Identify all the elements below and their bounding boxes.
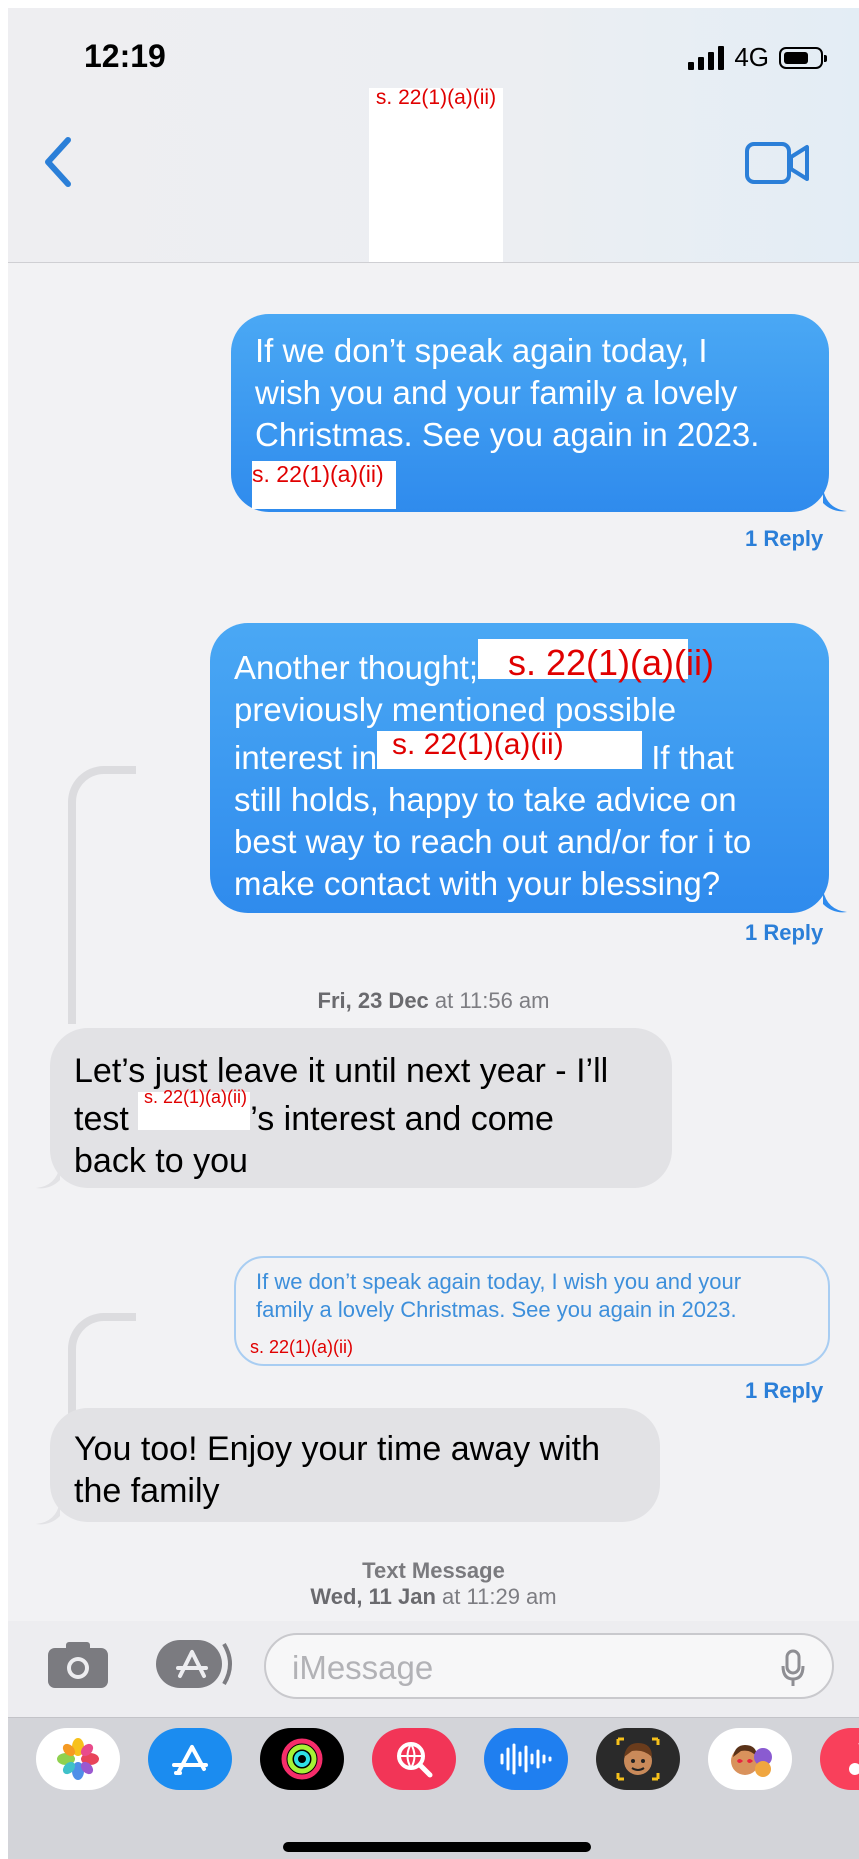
reply-count-link[interactable]: 1 Reply [745, 920, 823, 946]
search-images-app-icon[interactable] [372, 1728, 456, 1790]
thread-connector-line [68, 766, 136, 1024]
home-indicator[interactable] [283, 1842, 591, 1852]
camera-icon[interactable] [46, 1638, 110, 1690]
conversation-header: 12:19 4G s. 22(1)(a)(ii) [8, 8, 859, 263]
message-line: best way to reach out and/or for i to [234, 823, 752, 860]
bubble-tail [36, 1502, 60, 1525]
redaction-label: s. 22(1)(a)(ii) [252, 461, 384, 487]
photos-app-icon[interactable] [36, 1728, 120, 1790]
bubble-tail [823, 489, 847, 512]
memoji-app-icon[interactable] [596, 1728, 680, 1790]
message-line: If we don’t speak again today, I [255, 332, 708, 369]
service-label: Text Message [362, 1558, 505, 1583]
status-indicators: 4G [688, 42, 827, 73]
message-line: If we don’t speak again today, I wish yo… [256, 1269, 742, 1294]
signal-icon [688, 45, 725, 70]
fitness-app-icon[interactable] [260, 1728, 344, 1790]
message-line: previously mentioned possible [234, 691, 677, 728]
memoji-stickers-app-icon[interactable] [708, 1728, 792, 1790]
incoming-message-bubble[interactable]: Let’s just leave it until next year - I’… [50, 1028, 672, 1188]
audio-message-app-icon[interactable] [484, 1728, 568, 1790]
redaction-label: s. 22(1)(a)(ii) [508, 642, 715, 683]
input-placeholder: iMessage [292, 1649, 434, 1686]
incoming-message-bubble[interactable]: You too! Enjoy your time away with the f… [50, 1408, 660, 1522]
battery-icon [779, 46, 827, 69]
reply-count-link[interactable]: 1 Reply [745, 526, 823, 552]
app-store-app-icon[interactable] [148, 1728, 232, 1790]
messages-screen: 12:19 4G s. 22(1)(a)(ii) If we don’t spe… [8, 8, 859, 1859]
bubble-tail [36, 1166, 60, 1189]
message-line: back to you [74, 1142, 248, 1180]
redaction-label: s. 22(1)(a)(ii) [144, 1087, 248, 1107]
message-line: Let’s just leave it until next year - I’… [74, 1052, 609, 1090]
microphone-icon[interactable] [780, 1649, 806, 1687]
thread-connector-line [68, 1313, 136, 1421]
message-line: the family [74, 1472, 220, 1510]
redaction-label: s. 22(1)(a)(ii) [250, 1337, 354, 1357]
contact-name-redaction: s. 22(1)(a)(ii) [375, 86, 497, 109]
contact-avatar-redacted[interactable] [369, 88, 503, 262]
status-time: 12:19 [84, 38, 166, 74]
message-line: You too! Enjoy your time away with [74, 1430, 601, 1468]
facetime-video-icon[interactable] [745, 140, 811, 186]
reply-count-link[interactable]: 1 Reply [745, 1378, 823, 1404]
redaction-label: s. 22(1)(a)(ii) [392, 728, 564, 761]
conversation-timestamp: Wed, 11 Jan at 11:29 am [310, 1584, 557, 1609]
imessage-input[interactable]: iMessage [264, 1633, 834, 1699]
conversation-timestamp: Fri, 23 Dec at 11:56 am [317, 988, 550, 1013]
network-type: 4G [734, 42, 769, 72]
back-chevron-icon[interactable] [38, 132, 78, 192]
message-line: still holds, happy to take advice on [234, 781, 737, 818]
message-line: Christmas. See you again in 2023. [255, 416, 760, 453]
message-line: wish you and your family a lovely [255, 374, 738, 411]
message-line: make contact with your blessing? [234, 865, 721, 902]
message-line: family a lovely Christmas. See you again… [256, 1297, 737, 1322]
bubble-tail [823, 890, 847, 913]
app-store-apps-icon[interactable] [154, 1636, 236, 1692]
